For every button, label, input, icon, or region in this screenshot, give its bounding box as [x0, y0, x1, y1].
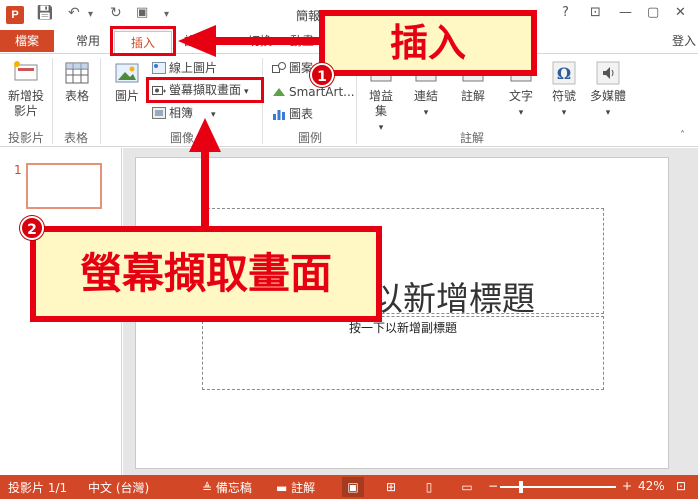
omega-icon: Ω	[552, 61, 576, 85]
comments-label: 註解	[291, 481, 316, 495]
powerpoint-window: P 💾︎ ↶ ▾ ↻ ▣ ▾ 簡報 ? ⊡ — ▢ ✕ 檔案 常用 插入 設 切…	[0, 0, 698, 499]
photo-album-icon	[152, 107, 166, 119]
language-indicator[interactable]: 中文 (台灣)	[88, 479, 149, 496]
reading-view-icon[interactable]: ▯	[418, 477, 440, 497]
collapse-ribbon-icon[interactable]: ˄	[680, 130, 685, 141]
text-label: 文字	[508, 89, 533, 103]
start-slideshow-icon[interactable]: ▣	[136, 5, 148, 20]
photo-album-dropdown-icon: ▾	[211, 110, 216, 120]
media-dropdown-icon: ▾	[605, 108, 611, 118]
picture-icon	[115, 63, 139, 83]
tab-design[interactable]: 設	[184, 30, 196, 52]
chart-label: 圖表	[289, 107, 314, 121]
addins-dropdown-icon: ▾	[378, 123, 384, 133]
symbols-button[interactable]: Ω 符號 ▾	[548, 60, 580, 121]
step-1-badge: 1	[310, 63, 334, 87]
new-slide-icon	[14, 61, 38, 81]
group-label-tables: 表格	[64, 131, 89, 145]
fit-to-window-icon[interactable]: ⊡	[676, 479, 686, 493]
table-label: 表格	[64, 89, 89, 103]
help-icon[interactable]: ?	[562, 5, 569, 20]
tab-animations[interactable]: 動畫	[290, 30, 314, 52]
zoom-slider[interactable]	[500, 486, 616, 488]
chart-button[interactable]: 圖表	[272, 106, 313, 122]
symbols-label: 符號	[551, 89, 576, 103]
group-label-images: 圖像	[170, 131, 195, 145]
chart-icon	[273, 110, 285, 120]
maximize-icon[interactable]: ▢	[647, 5, 659, 20]
tab-transitions[interactable]: 切換	[248, 30, 272, 52]
zoom-out-icon[interactable]: −	[488, 479, 498, 493]
ribbon-display-options-icon[interactable]: ⊡	[590, 5, 601, 20]
speaker-icon	[596, 61, 620, 85]
zoom-in-icon[interactable]: +	[622, 479, 632, 493]
smartart-button[interactable]: SmartArt...	[272, 84, 355, 100]
table-button[interactable]: 表格	[60, 60, 94, 104]
group-label-comments: 註解	[460, 131, 485, 145]
online-picture-label: 線上圖片	[169, 61, 218, 75]
slide-thumbnail[interactable]	[26, 163, 102, 209]
online-picture-button[interactable]: 線上圖片	[152, 60, 217, 76]
status-bar: 投影片 1/1 中文 (台灣) ≜ 備忘稿 ▬ 註解 ▣ ⊞ ▯ ▭ − + 4…	[0, 475, 698, 499]
online-picture-icon	[152, 62, 166, 74]
shapes-icon	[272, 62, 286, 73]
group-label-illustrations: 圖例	[298, 131, 323, 145]
tab-home[interactable]: 常用	[76, 30, 100, 52]
group-separator	[52, 58, 53, 144]
screenshot-callout: 螢幕擷取畫面	[30, 226, 382, 322]
table-icon	[65, 62, 89, 84]
text-dropdown-icon: ▾	[518, 108, 524, 118]
photo-album-label: 相簿	[169, 106, 194, 120]
new-slide-label: 新增投影片	[8, 89, 45, 118]
tab-file[interactable]: 檔案	[0, 30, 54, 52]
comment-status-icon: ▬	[276, 481, 292, 495]
screenshot-button-highlight	[146, 77, 264, 103]
addins-label: 增益集	[368, 89, 393, 118]
notes-label: 備忘稿	[215, 481, 252, 495]
powerpoint-logo-icon: P	[6, 6, 24, 24]
shapes-button[interactable]: 圖案	[272, 60, 313, 76]
media-button[interactable]: 多媒體 ▾	[588, 60, 628, 121]
media-label: 多媒體	[589, 89, 626, 103]
insert-callout: 插入	[319, 10, 537, 76]
comments-button[interactable]: ▬ 註解	[276, 479, 315, 496]
zoom-level[interactable]: 42%	[638, 479, 665, 493]
close-icon[interactable]: ✕	[675, 5, 686, 20]
picture-label: 圖片	[114, 89, 139, 103]
notes-icon: ≜	[202, 481, 216, 495]
undo-dropdown-icon[interactable]: ▾	[88, 9, 93, 20]
comment-label: 註解	[460, 89, 485, 103]
links-label: 連結	[413, 89, 438, 103]
links-dropdown-icon: ▾	[423, 108, 429, 118]
smartart-icon	[273, 88, 285, 96]
insert-tab-highlight	[110, 26, 176, 56]
photo-album-button[interactable]: 相簿 ▾	[152, 105, 216, 123]
svg-text:Ω: Ω	[557, 64, 571, 83]
zoom-slider-thumb[interactable]	[519, 481, 523, 493]
minimize-icon[interactable]: —	[619, 5, 632, 20]
picture-button[interactable]: 圖片	[112, 60, 142, 104]
normal-view-icon[interactable]: ▣	[342, 477, 364, 497]
save-icon[interactable]: 💾︎	[36, 5, 54, 21]
step-2-badge: 2	[20, 216, 44, 240]
slide-count: 投影片 1/1	[8, 481, 68, 495]
undo-icon[interactable]: ↶	[68, 5, 80, 21]
symbols-dropdown-icon: ▾	[561, 108, 567, 118]
sign-in-link[interactable]: 登入	[672, 30, 696, 52]
slide-thumbnail-number: 1	[14, 163, 22, 177]
group-separator	[100, 58, 101, 144]
group-label-slides: 投影片	[8, 131, 45, 145]
slide-sorter-icon[interactable]: ⊞	[380, 477, 402, 497]
slideshow-view-icon[interactable]: ▭	[456, 477, 478, 497]
notes-button[interactable]: ≜ 備忘稿	[202, 479, 252, 496]
new-slide-button[interactable]: 新增投影片	[6, 60, 46, 119]
customize-toolbar-icon[interactable]: ▾	[164, 9, 169, 20]
window-title: 簡報	[296, 9, 321, 23]
redo-icon[interactable]: ↻	[110, 5, 122, 21]
